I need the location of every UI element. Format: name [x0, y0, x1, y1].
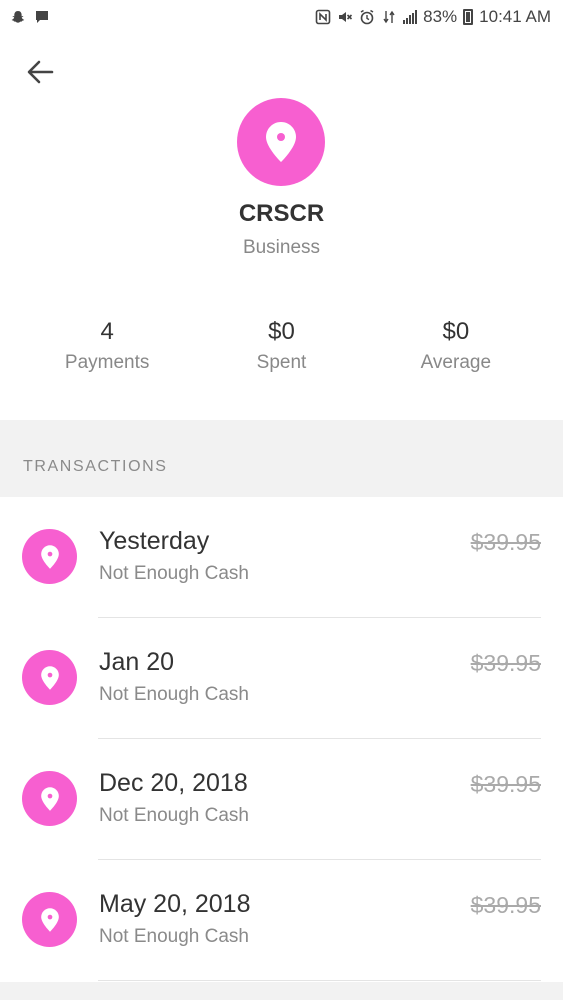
transaction-date: May 20, 2018	[99, 890, 251, 918]
stats-row: 4 Payments $0 Spent $0 Average	[20, 318, 543, 374]
merchant-type: Business	[242, 237, 321, 258]
transaction-amount: $39.95	[470, 771, 541, 797]
location-pin-icon	[40, 665, 59, 690]
battery-icon	[463, 9, 474, 25]
snapchat-icon	[11, 11, 25, 23]
transaction-avatar	[22, 650, 77, 705]
location-pin-icon	[266, 122, 296, 162]
stat-value: $0	[442, 318, 470, 345]
transaction-date: Yesterday	[99, 527, 210, 555]
back-button[interactable]	[20, 52, 60, 92]
transaction-amount: $39.95	[470, 650, 541, 676]
list-footer-band	[0, 982, 563, 1000]
transaction-avatar	[22, 892, 77, 947]
stat-label: Payments	[64, 352, 150, 373]
merchant-name: CRSCR	[238, 200, 325, 227]
transaction-status: Not Enough Cash	[99, 684, 249, 705]
status-left	[10, 9, 50, 25]
transaction-row[interactable]: Dec 20, 2018 Not Enough Cash $39.95	[0, 739, 563, 860]
data-icon	[383, 10, 395, 24]
nfc-icon	[315, 9, 331, 25]
stat-spent: $0 Spent	[194, 318, 368, 374]
status-bar: 83% 10:41 AM	[0, 0, 563, 34]
stat-value: $0	[268, 318, 295, 345]
location-pin-icon	[40, 786, 59, 811]
merchant-avatar	[237, 98, 325, 186]
clock-time: 10:41 AM	[479, 7, 551, 26]
stat-label: Average	[420, 352, 492, 373]
message-icon	[36, 11, 48, 23]
location-pin-icon	[40, 907, 59, 932]
transactions-list: Yesterday Not Enough Cash $39.95 Jan 20 …	[0, 497, 563, 981]
transaction-amount: $39.95	[470, 529, 541, 555]
transactions-section-title: TRANSACTIONS	[23, 458, 168, 475]
transaction-row[interactable]: Jan 20 Not Enough Cash $39.95	[0, 618, 563, 739]
status-right: 83% 10:41 AM	[315, 7, 551, 27]
transaction-status: Not Enough Cash	[99, 805, 249, 826]
transaction-date: Dec 20, 2018	[99, 769, 248, 797]
stat-average: $0 Average	[369, 318, 543, 374]
transaction-amount: $39.95	[470, 892, 541, 918]
signal-icon	[403, 10, 418, 24]
transaction-status: Not Enough Cash	[99, 926, 249, 947]
transaction-date: Jan 20	[99, 648, 175, 676]
stat-value: 4	[100, 318, 114, 345]
transaction-row[interactable]: May 20, 2018 Not Enough Cash $39.95	[0, 860, 563, 981]
transaction-row[interactable]: Yesterday Not Enough Cash $39.95	[0, 497, 563, 618]
stat-label: Spent	[256, 352, 307, 373]
arrow-left-icon	[27, 60, 54, 84]
stat-payments: 4 Payments	[20, 318, 194, 374]
battery-percentage: 83%	[423, 7, 458, 26]
alarm-icon	[360, 9, 374, 25]
transaction-avatar	[22, 529, 77, 584]
location-pin-icon	[40, 544, 59, 569]
transaction-status: Not Enough Cash	[99, 563, 249, 584]
transaction-avatar	[22, 771, 77, 826]
mute-icon	[339, 12, 353, 22]
